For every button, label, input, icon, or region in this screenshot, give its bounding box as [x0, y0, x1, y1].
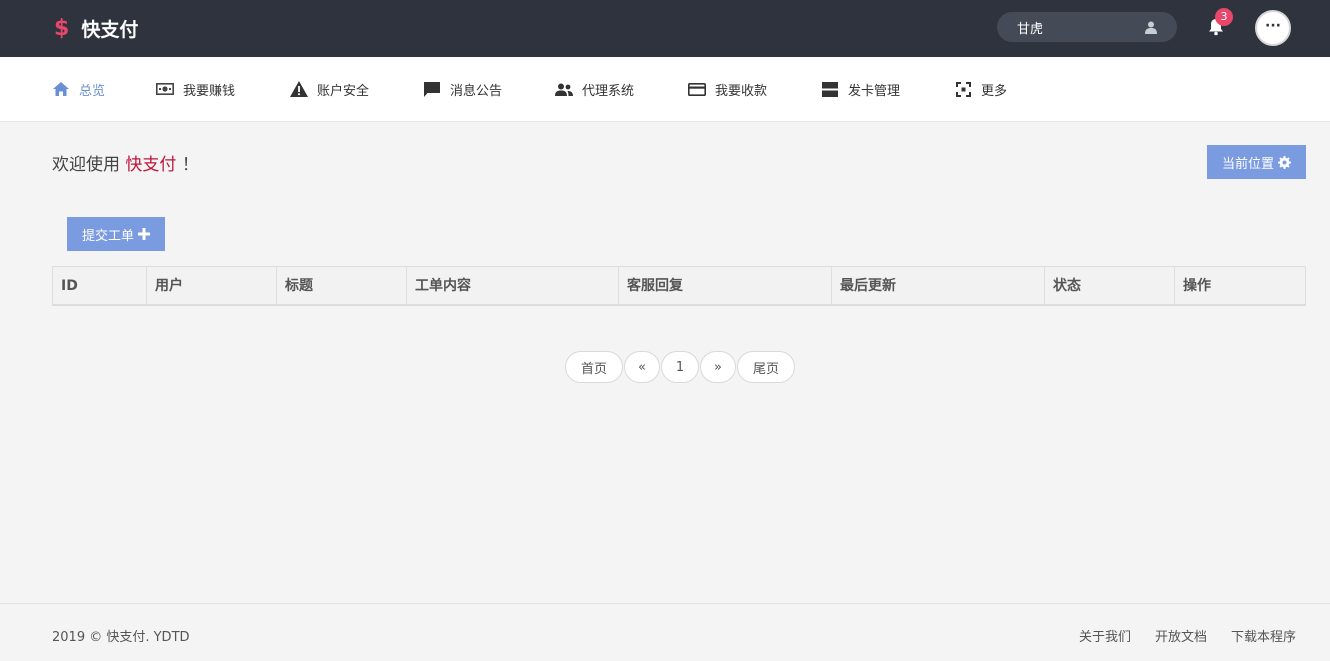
nav-item-messages[interactable]: 消息公告 — [423, 79, 502, 99]
more-button[interactable]: ··· — [1255, 10, 1291, 46]
footer-link-download[interactable]: 下载本程序 — [1231, 626, 1296, 645]
dollar-icon: $ — [54, 15, 70, 41]
welcome-message: 欢迎使用 快支付 ！ — [52, 150, 199, 175]
card-icon — [688, 80, 706, 98]
welcome-brand: 快支付 — [125, 155, 177, 175]
welcome-suffix: ！ — [181, 155, 199, 175]
notification-badge: 3 — [1215, 8, 1233, 26]
nav-label: 账户安全 — [317, 83, 370, 99]
submit-ticket-label: 提交工单 — [81, 228, 134, 244]
nav-label: 总览 — [79, 83, 106, 99]
gear-icon — [1278, 155, 1291, 169]
money-icon — [156, 80, 174, 98]
nav-label: 我要赚钱 — [183, 83, 236, 99]
location-label: 当前位置 — [1221, 156, 1274, 172]
brand-logo[interactable]: $ 快支付 — [54, 13, 138, 43]
welcome-prefix: 欢迎使用 — [52, 155, 120, 175]
next-page-button[interactable]: » — [700, 351, 736, 383]
column-header-status[interactable]: 状态 — [1045, 267, 1175, 305]
user-icon — [1145, 21, 1157, 34]
top-bar: $ 快支付 甘虎 3 ··· — [0, 0, 1330, 57]
nav-item-receive[interactable]: 我要收款 — [688, 79, 767, 99]
prev-page-button[interactable]: « — [624, 351, 660, 383]
expand-icon — [954, 80, 972, 98]
footer: 2019 © 快支付. YDTD 关于我们 开放文档 下载本程序 — [0, 603, 1330, 661]
column-header-actions[interactable]: 操作 — [1175, 267, 1305, 305]
pagination: 首页 « 1 » 尾页 — [565, 351, 796, 383]
main-nav: 总览 我要赚钱 账户安全 消息公告 代理系统 我要收款 发卡管理 更多 — [0, 57, 1330, 122]
last-page-button[interactable]: 尾页 — [737, 351, 795, 383]
message-icon — [423, 80, 441, 98]
column-header-content[interactable]: 工单内容 — [407, 267, 619, 305]
column-header-updated[interactable]: 最后更新 — [832, 267, 1045, 305]
first-page-button[interactable]: 首页 — [565, 351, 623, 383]
column-header-id[interactable]: ID — [53, 267, 147, 305]
nav-item-agent[interactable]: 代理系统 — [555, 79, 634, 99]
nav-label: 发卡管理 — [848, 83, 901, 99]
copyright: 2019 © 快支付. YDTD — [52, 630, 190, 645]
nav-label: 我要收款 — [715, 83, 768, 99]
column-header-reply[interactable]: 客服回复 — [619, 267, 832, 305]
current-location-button[interactable]: 当前位置 — [1207, 145, 1306, 179]
storage-icon — [821, 80, 839, 98]
user-menu[interactable]: 甘虎 — [997, 12, 1177, 42]
footer-link-about[interactable]: 关于我们 — [1079, 626, 1131, 645]
column-header-user[interactable]: 用户 — [147, 267, 277, 305]
users-icon — [555, 80, 573, 98]
home-icon — [52, 80, 70, 98]
nav-label: 消息公告 — [450, 83, 503, 99]
nav-item-security[interactable]: 账户安全 — [290, 79, 369, 99]
brand-name: 快支付 — [81, 18, 139, 41]
submit-ticket-button[interactable]: 提交工单 — [67, 217, 165, 251]
nav-label: 更多 — [981, 83, 1008, 99]
username: 甘虎 — [1017, 21, 1044, 37]
ticket-table: ID 用户 标题 工单内容 客服回复 最后更新 状态 操作 — [52, 266, 1306, 306]
plus-icon — [138, 228, 150, 240]
footer-links: 关于我们 开放文档 下载本程序 — [1055, 626, 1296, 645]
warning-icon — [290, 80, 308, 98]
nav-item-overview[interactable]: 总览 — [52, 79, 105, 99]
nav-item-earn[interactable]: 我要赚钱 — [156, 79, 235, 99]
nav-item-more[interactable]: 更多 — [954, 79, 1007, 99]
column-header-title[interactable]: 标题 — [277, 267, 407, 305]
nav-item-cards[interactable]: 发卡管理 — [821, 79, 900, 99]
nav-label: 代理系统 — [582, 83, 635, 99]
page-number-button[interactable]: 1 — [661, 351, 699, 383]
footer-link-docs[interactable]: 开放文档 — [1155, 626, 1207, 645]
